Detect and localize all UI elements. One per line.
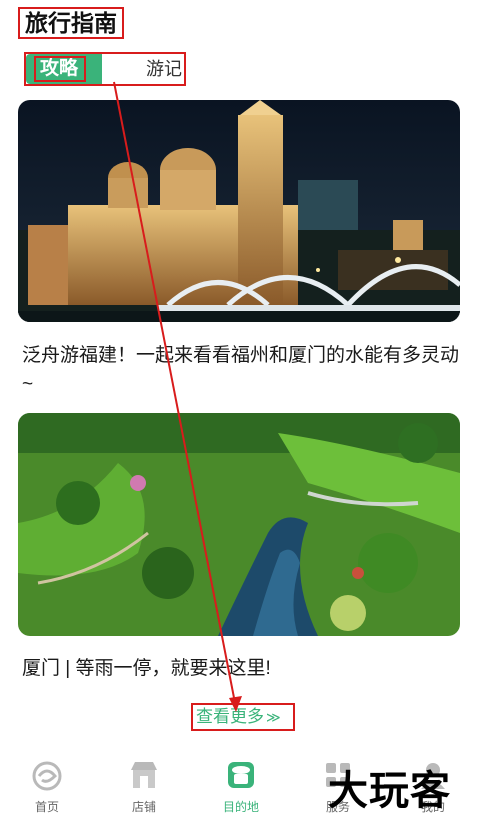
home-icon [32, 761, 62, 791]
nav-home[interactable]: 首页 [12, 758, 82, 815]
destination-icon [228, 762, 254, 788]
tab-travelogues[interactable]: 游记 [146, 54, 182, 84]
nav-destination-label: 目的地 [222, 800, 259, 814]
article-title-1[interactable]: 泛舟游福建！一起来看看福州和厦门的水能有多灵动~ [22, 341, 462, 399]
article-image-xiamen[interactable] [18, 413, 460, 636]
see-more-label: 查看更多 [196, 707, 264, 726]
guide-tab-switcher: 攻略 游记 [24, 52, 186, 86]
nav-store-label: 店铺 [131, 800, 156, 814]
tab-guides[interactable]: 攻略 [26, 54, 102, 84]
article-image-fuzhou[interactable] [18, 100, 460, 322]
tab-travelogues-label: 游记 [146, 59, 182, 79]
double-chevron-down-icon: ≫ [266, 709, 281, 725]
highlight-box [34, 56, 86, 82]
nav-destination[interactable]: 目的地 [206, 758, 276, 815]
store-icon [131, 762, 157, 788]
see-more-button[interactable]: 查看更多 ≫ [191, 703, 295, 731]
article-title-2[interactable]: 厦门 | 等雨一停，就要来这里! [22, 654, 462, 683]
nav-home-label: 首页 [34, 800, 59, 814]
nav-store[interactable]: 店铺 [109, 758, 179, 815]
page-title: 旅行指南 [18, 7, 124, 39]
watermark: 大玩客 [328, 767, 451, 814]
